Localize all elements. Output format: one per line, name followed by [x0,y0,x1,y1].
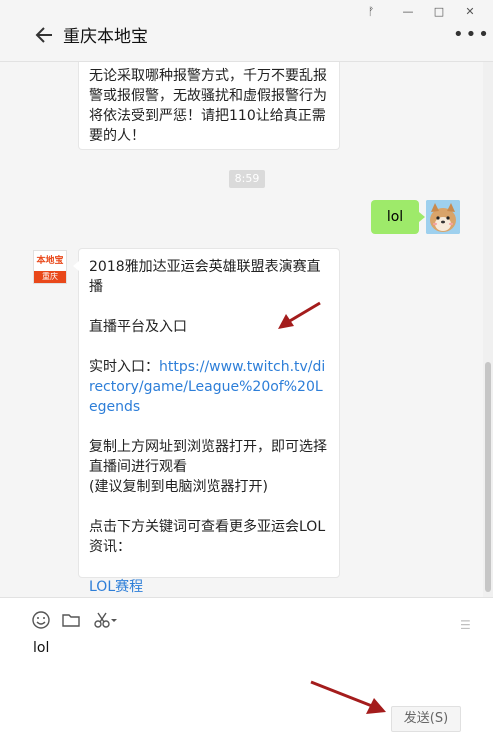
chat-scrollbar[interactable] [483,62,493,597]
copy-tip: 复制上方网址到浏览器打开，即可选择直播间进行观看 [89,439,327,475]
my-avatar[interactable] [426,200,460,234]
entry-label: 实时入口： [89,359,159,375]
folder-icon[interactable] [61,610,81,630]
chat-title: 重庆本地宝 [63,27,148,47]
message-composer: ☰ lol 发送(S) [0,597,493,740]
message-bubble: 无论采取哪种报警方式，千万不要乱报警或报假警，无故骚扰和虚假报警行为将依法受到严… [78,62,340,150]
my-message-bubble: lol [371,200,425,234]
timestamp: 8:59 [229,170,265,188]
scroll-thumb[interactable] [485,362,491,592]
article-title: 2018雅加达亚运会英雄联盟表演赛直播 [89,259,321,295]
more-options-icon[interactable]: ••• [453,26,489,44]
message-text: 无论采取哪种报警方式，千万不要乱报警或报假警，无故骚扰和虚假报警行为将依法受到严… [89,68,327,144]
minimize-icon[interactable]: — [393,0,423,22]
more-tip: 点击下方关键词可查看更多亚运会LOL资讯： [89,519,326,555]
platform-heading: 直播平台及入口 [89,319,187,335]
avatar-logo-text: 本地宝 [34,251,66,271]
close-icon[interactable]: ✕ [455,0,485,22]
emoji-icon[interactable] [31,610,51,630]
chat-area: 无论采取哪种报警方式，千万不要乱报警或报假警，无故骚扰和虚假报警行为将依法受到严… [0,62,483,597]
back-arrow-icon[interactable] [34,24,56,46]
my-message-text: lol [386,209,404,225]
avatar-city-text: 重庆 [34,271,66,283]
screenshot-scissors-icon[interactable] [92,610,118,630]
message-input[interactable]: lol [33,640,453,700]
maximize-icon[interactable]: □ [424,0,454,22]
title-bar: ᚠ — □ ✕ 重庆本地宝 ••• [0,0,493,62]
pin-icon[interactable]: ᚠ [356,0,386,22]
dog-avatar-icon [426,200,460,234]
send-button[interactable]: 发送(S) [391,706,461,732]
copy-tip-note: (建议复制到电脑浏览器打开) [89,479,268,495]
article-message-bubble: 2018雅加达亚运会英雄联盟表演赛直播 直播平台及入口 实时入口：https:/… [73,248,340,595]
chat-history-icon[interactable]: ☰ [460,618,471,632]
official-account-avatar[interactable]: 本地宝 重庆 [33,250,67,284]
keyword-link[interactable]: LOL赛程 [89,577,329,597]
entry-line: 实时入口：https://www.twitch.tv/directory/gam… [89,357,329,417]
